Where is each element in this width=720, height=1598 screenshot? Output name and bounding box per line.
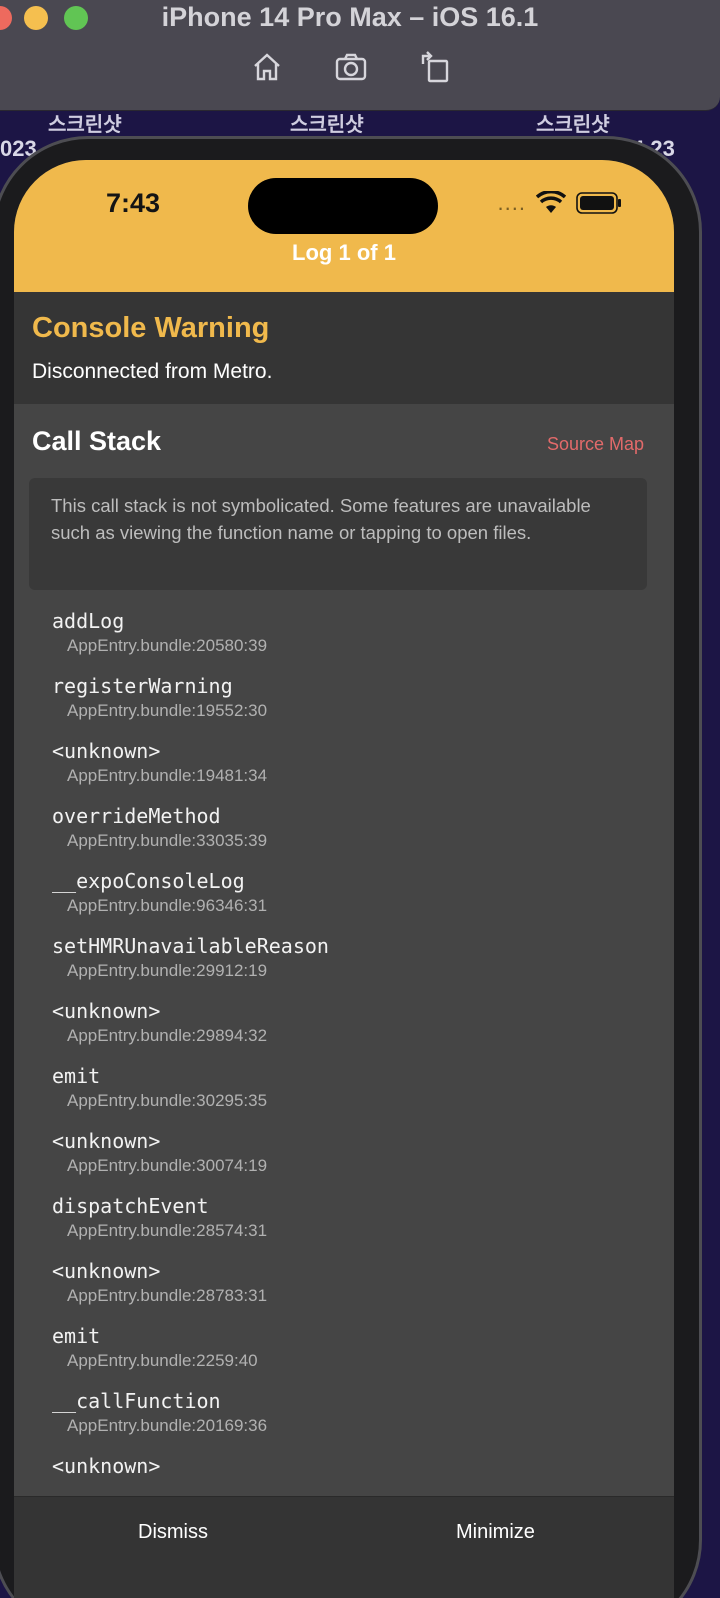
frame-function: overrideMethod [52,804,221,828]
frame-function: <unknown> [52,999,161,1023]
camera-icon[interactable] [334,50,368,84]
frame-location: AppEntry.bundle:33035:39 [67,831,268,850]
status-time: 7:43 [106,188,161,218]
stack-frame[interactable]: dispatchEvent AppEntry.bundle:28574:31 [14,1185,674,1250]
frame-function: __callFunction [52,1389,221,1413]
stack-frame[interactable]: overrideMethod AppEntry.bundle:33035:39 [14,795,674,860]
frame-location: AppEntry.bundle:30295:35 [67,1091,268,1110]
frame-location: AppEntry.bundle:19481:34 [67,766,268,785]
frame-function: registerWarning [52,674,233,698]
stack-frame-list: addLog AppEntry.bundle:20580:39 register… [14,600,674,1496]
stack-frame[interactable]: <unknown> [14,1445,674,1496]
stack-frame[interactable]: <unknown> AppEntry.bundle:29894:32 [14,990,674,1055]
warning-message: Disconnected from Metro. [32,360,273,383]
desktop-file-label: 스크린샷 [536,114,610,136]
frame-location: AppEntry.bundle:29894:32 [67,1026,268,1045]
logbox-footer: Dismiss Minimize [14,1496,674,1598]
desktop-file-label: 스크린샷 [48,114,122,136]
stack-frame[interactable]: emit AppEntry.bundle:2259:40 [14,1315,674,1380]
call-stack-section[interactable]: Call Stack Source Map This call stack is… [14,404,674,1496]
simulator-title-bar: iPhone 14 Pro Max – iOS 16.1 [0,0,720,111]
symbolication-notice: This call stack is not symbolicated. Som… [29,478,647,590]
minimize-button[interactable]: Minimize [456,1521,535,1544]
cellular-signal: .... [497,190,526,215]
frame-location: AppEntry.bundle:96346:31 [67,896,268,915]
dynamic-island [248,178,438,234]
stack-frame[interactable]: emit AppEntry.bundle:30295:35 [14,1055,674,1120]
call-stack-title: Call Stack [32,426,162,456]
stack-frame[interactable]: setHMRUnavailableReason AppEntry.bundle:… [14,925,674,990]
source-map-button[interactable]: Source Map [547,434,644,455]
frame-location: AppEntry.bundle:2259:40 [67,1351,258,1370]
frame-function: <unknown> [52,1259,161,1283]
battery-icon [576,192,621,214]
frame-function: addLog [52,609,125,633]
window-title: iPhone 14 Pro Max – iOS 16.1 [161,2,539,32]
frame-function: <unknown> [52,1454,161,1478]
desktop-file-label: 스크린샷 [290,114,364,136]
home-icon[interactable] [250,50,284,84]
phone-screen: 7:43 .... Log 1 of 1 Console Warning Dis… [14,160,674,1598]
log-count: Log 1 of 1 [292,240,396,265]
dismiss-button[interactable]: Dismiss [138,1521,208,1544]
frame-location: AppEntry.bundle:30074:19 [67,1156,268,1175]
frame-location: AppEntry.bundle:28574:31 [67,1221,268,1240]
frame-function: <unknown> [52,1129,161,1153]
frame-location: AppEntry.bundle:29912:19 [67,961,268,980]
frame-function: __expoConsoleLog [52,869,245,893]
frame-function: emit [52,1324,101,1348]
stack-frame[interactable]: <unknown> AppEntry.bundle:28783:31 [14,1250,674,1315]
frame-location: AppEntry.bundle:20580:39 [67,636,268,655]
stack-frame[interactable]: <unknown> AppEntry.bundle:19481:34 [14,730,674,795]
logbox-header: 7:43 .... Log 1 of 1 [14,160,674,292]
stack-frame[interactable]: __callFunction AppEntry.bundle:20169:36 [14,1380,674,1445]
stack-frame[interactable]: registerWarning AppEntry.bundle:19552:30 [14,665,674,730]
warning-title: Console Warning [32,312,270,344]
frame-location: AppEntry.bundle:28783:31 [67,1286,268,1305]
frame-function: dispatchEvent [52,1194,209,1218]
wifi-icon [536,191,566,213]
stack-frame[interactable]: addLog AppEntry.bundle:20580:39 [14,600,674,665]
stack-frame[interactable]: __expoConsoleLog AppEntry.bundle:96346:3… [14,860,674,925]
frame-location: AppEntry.bundle:20169:36 [67,1416,268,1435]
frame-function: <unknown> [52,739,161,763]
warning-panel: Console Warning Disconnected from Metro. [14,292,674,404]
frame-function: emit [52,1064,101,1088]
rotate-icon[interactable] [418,50,452,84]
frame-function: setHMRUnavailableReason [52,934,329,958]
frame-location: AppEntry.bundle:19552:30 [67,701,268,720]
stack-frame[interactable]: <unknown> AppEntry.bundle:30074:19 [14,1120,674,1185]
